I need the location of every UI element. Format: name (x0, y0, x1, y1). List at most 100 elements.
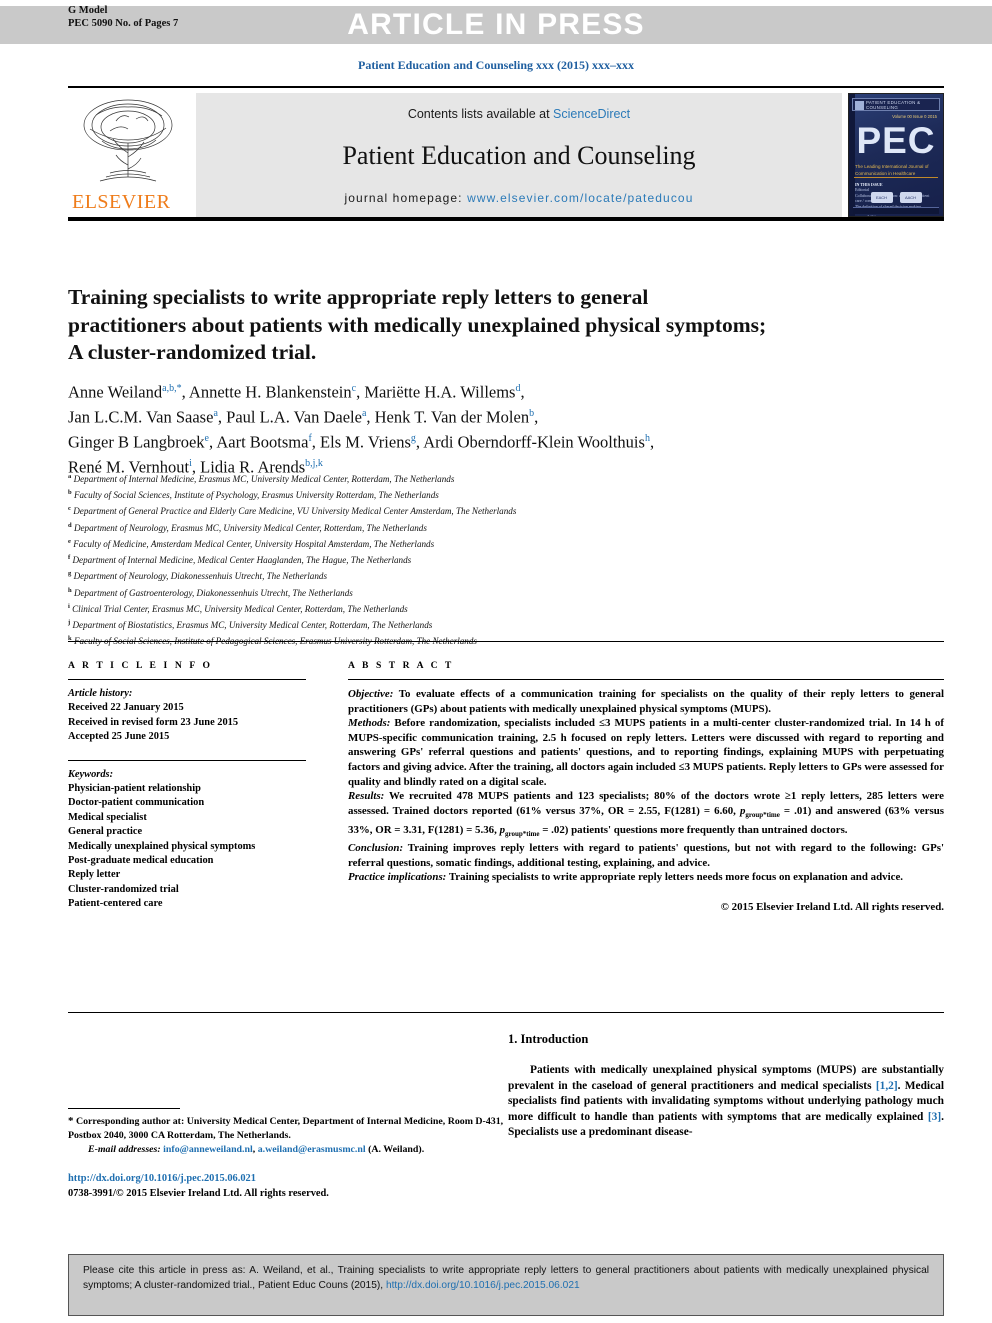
keyword-item: General practice (68, 826, 143, 838)
cover-top-text: PATIENT EDUCATION & COUNSELING (866, 99, 921, 110)
doi-and-issn-block: http://dx.doi.org/10.1016/j.pec.2015.06.… (68, 1172, 504, 1201)
page-title: Training specialists to write appropriat… (68, 285, 767, 365)
email-link-1[interactable]: info@anneweiland.nl (163, 1144, 253, 1155)
affiliation-item: c Department of General Practice and Eld… (68, 502, 888, 518)
affiliation-text: Faculty of Medicine, Amsterdam Medical C… (70, 538, 435, 549)
abstract-heading: A B S T R A C T (348, 660, 454, 671)
abstract-conclusion-text: Training improves reply letters with reg… (348, 842, 944, 869)
keyword-item: Medical specialist (68, 811, 147, 823)
cite-doi-link[interactable]: http://dx.doi.org/10.1016/j.pec.2015.06.… (386, 1280, 580, 1291)
contents-prefix: Contents lists available at (407, 107, 554, 121)
journal-masthead: ELSEVIER Contents lists available at Sci… (68, 86, 944, 221)
abstract-rule (348, 679, 944, 680)
cover-tagline: The Leading International Journal of Com… (855, 164, 929, 176)
abstract-methods: Methods: Before randomization, specialis… (348, 716, 944, 789)
cover-pec-abbr: PEC (856, 120, 936, 161)
footnote-address: Corresponding author at: University Medi… (68, 1116, 504, 1141)
abstract-bottom-rule (68, 1012, 944, 1013)
keyword-item: Physician-patient relationship (68, 783, 201, 795)
article-info-heading: A R T I C L E I N F O (68, 660, 213, 671)
keyword-item: Medically unexplained physical symptoms (68, 840, 256, 852)
keywords-block: Keywords: Physician-patient relationship… (68, 768, 306, 912)
cite-this-article-text: Please cite this article in press as: A.… (83, 1264, 929, 1293)
doi-link[interactable]: http://dx.doi.org/10.1016/j.pec.2015.06.… (68, 1172, 504, 1187)
abstract-practice-label: Practice implications: (348, 871, 447, 884)
g-model-note: G Model PEC 5090 No. of Pages 7 (68, 5, 178, 30)
elsevier-wordmark: ELSEVIER (72, 191, 171, 213)
cover-logo-aach: AACH (899, 192, 922, 203)
article-history-label: Article history: (68, 688, 133, 699)
article-history-item: Received in revised form 23 June 2015 (68, 716, 239, 728)
g-model-line: G Model (68, 5, 108, 16)
elsevier-tree-icon (83, 99, 173, 182)
homepage-label: journal homepage: (344, 191, 468, 205)
keywords-rule (68, 759, 306, 761)
keyword-item: Reply letter (68, 869, 121, 881)
elsevier-logo: ELSEVIER (68, 93, 190, 217)
email-addresses-label: E-mail addresses: (88, 1144, 161, 1156)
affiliation-text: Department of Internal Medicine, Medical… (70, 555, 412, 566)
affiliation-text: Department of General Practice and Elder… (70, 506, 517, 517)
introduction-paragraph: Patients with medically unexplained phys… (508, 1064, 945, 1139)
keyword-items: Physician-patient relationship Doctor-pat… (68, 782, 306, 912)
abstract-copyright: © 2015 Elsevier Ireland Ltd. All rights … (720, 901, 944, 914)
affiliation-text: Faculty of Social Sciences, Institute of… (71, 490, 439, 501)
journal-cover-thumbnail: PATIENT EDUCATION & COUNSELING Volume 00… (848, 93, 944, 217)
article-history-items: Received 22 January 2015 Received in revi… (68, 701, 306, 744)
cover-footer-strip (853, 207, 939, 214)
footnote-body: * Corresponding author at: University Me… (68, 1115, 504, 1157)
email-suffix: (A. Weiland). (365, 1144, 425, 1156)
keywords-label: Keywords: (68, 768, 114, 780)
cite-this-article-box: Please cite this article in press as: A.… (68, 1254, 944, 1316)
abstract-methods-text: Before randomization, specialists includ… (348, 717, 944, 788)
abstract-results-label: Results: (348, 790, 385, 803)
journal-title: Patient Education and Counseling (342, 141, 696, 170)
affiliation-item: h Department of Gastroenterology, Diakon… (68, 584, 888, 600)
affiliation-text: Department of Biostatistics, Erasmus MC,… (70, 620, 433, 631)
affiliation-text: Department of Gastroenterology, Diakones… (71, 587, 353, 598)
abstract-body: Objective: To evaluate effects of a comm… (348, 687, 944, 885)
keyword-item: Doctor-patient communication (68, 797, 205, 809)
abstract-top-rule (68, 641, 944, 642)
cover-publisher-mark-icon (855, 101, 864, 110)
abstract-conclusion: Conclusion: Training improves reply lett… (348, 841, 944, 870)
issn-copyright-line: 0738-3991/© 2015 Elsevier Ireland Ltd. A… (68, 1187, 329, 1199)
article-info-column: A R T I C L E I N F O Article history: R… (68, 660, 306, 912)
abstract-objective: Objective: To evaluate effects of a comm… (348, 687, 944, 716)
keyword-item: Post-graduate medical education (68, 855, 214, 867)
email-link-2[interactable]: a.weiland@erasmusmc.nl (258, 1144, 366, 1155)
affiliation-item: g Department of Neurology, Diakonessenhu… (68, 567, 888, 583)
affiliation-text: Clinical Trial Center, Erasmus MC, Unive… (69, 603, 408, 614)
keyword-item: Cluster-randomized trial (68, 883, 179, 895)
affiliation-text: Department of Neurology, Erasmus MC, Uni… (71, 522, 427, 533)
pec-pages-line: PEC 5090 No. of Pages 7 (68, 17, 179, 29)
affiliation-item: d Department of Neurology, Erasmus MC, U… (68, 519, 888, 535)
abstract-practice-text: Training specialists to write appropriat… (446, 871, 903, 884)
article-history-item: Accepted 25 June 2015 (68, 731, 170, 743)
affiliation-text: Department of Neurology, Diakonessenhuis… (71, 571, 327, 582)
article-history-block: Article history: Received 22 January 201… (68, 687, 306, 745)
introduction-section: 1. Introduction Patients with medically … (508, 1032, 944, 1141)
cover-contents-heading: IN THIS ISSUE (855, 182, 883, 187)
affiliation-item: a Department of Internal Medicine, Erasm… (68, 470, 888, 486)
contents-lists-line: Contents lists available at ScienceDirec… (408, 107, 630, 121)
author-list: Anne Weilanda,b,*, Annette H. Blankenste… (68, 382, 655, 477)
article-history-item: Received 22 January 2015 (68, 702, 184, 714)
abstract-results-text: We recruited 478 MUPS patients and 123 s… (348, 790, 944, 838)
homepage-url-link[interactable]: www.elsevier.com/locate/pateducou (467, 191, 693, 205)
introduction-heading: 1. Introduction (508, 1032, 589, 1046)
article-info-rule (68, 679, 306, 680)
affiliation-item: f Department of Internal Medicine, Medic… (68, 551, 888, 567)
abstract-column: A B S T R A C T Objective: To evaluate e… (348, 660, 944, 913)
corresponding-author-footnote: * Corresponding author at: University Me… (68, 1108, 504, 1157)
journal-citation-line: Patient Education and Counseling xxx (20… (357, 58, 635, 72)
cover-logo-each: EACH (870, 192, 893, 203)
affiliation-text: Department of Internal Medicine, Erasmus… (71, 474, 455, 485)
cover-issue-text: Volume 00 Issue 0 2015 (892, 114, 937, 119)
abstract-results: Results: We recruited 478 MUPS patients … (348, 789, 944, 841)
masthead-center-panel: Contents lists available at ScienceDirec… (196, 93, 842, 217)
affiliation-item: e Faculty of Medicine, Amsterdam Medical… (68, 535, 888, 551)
cover-society-logos: EACH AACH (849, 192, 943, 203)
sciencedirect-link[interactable]: ScienceDirect (553, 107, 630, 121)
affiliation-list: a Department of Internal Medicine, Erasm… (68, 470, 888, 649)
